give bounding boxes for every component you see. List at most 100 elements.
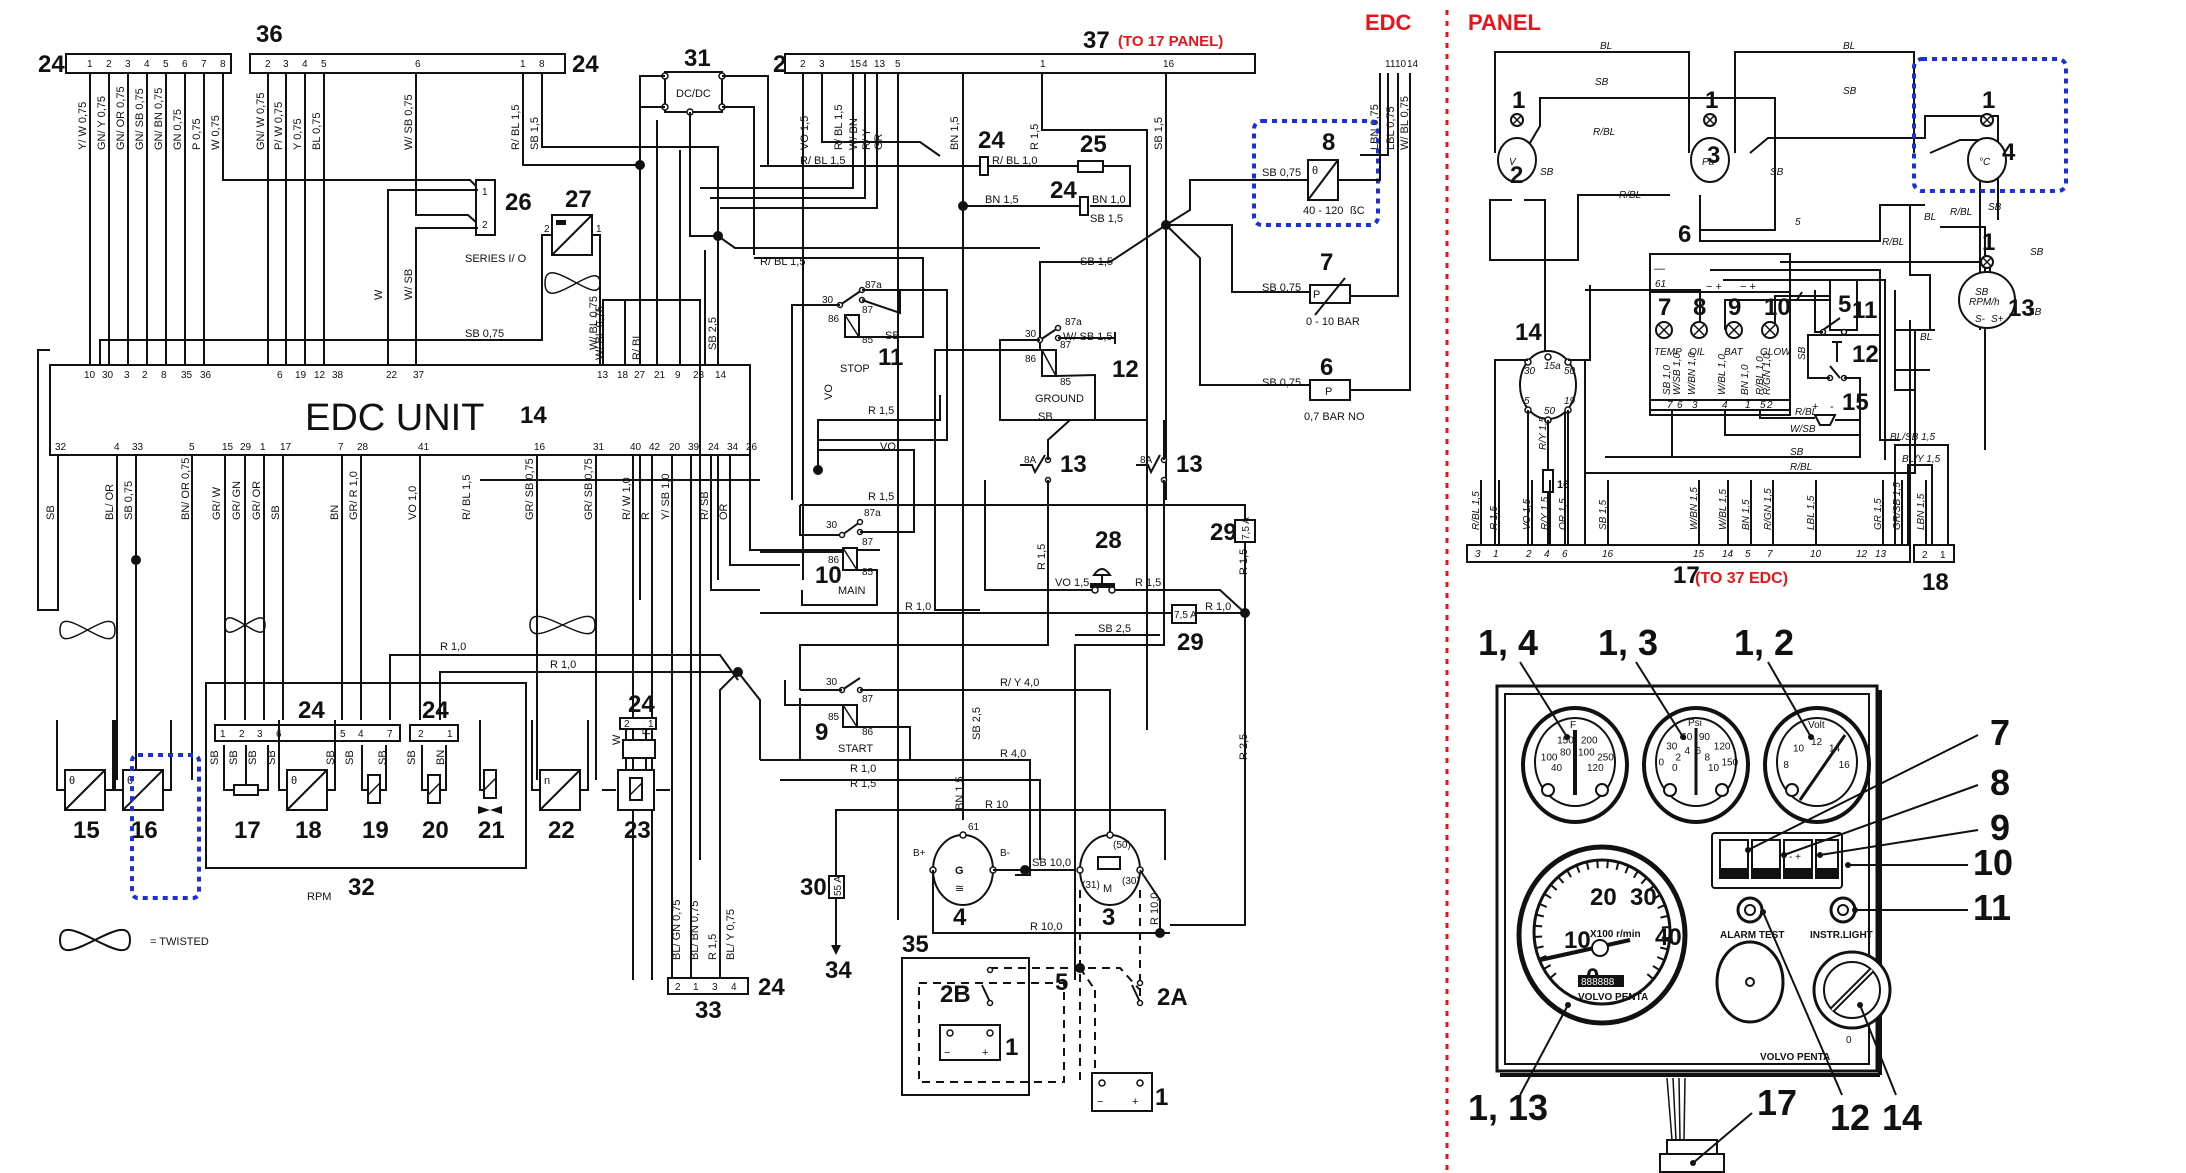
connector-17-pin: 2 [1525,549,1532,560]
gauge-tick-label: 0 [1672,763,1678,774]
callout-dot [1680,734,1686,740]
relay-10-pin-87a: 87a [864,508,881,519]
connector-33-pin: 3 [712,982,718,993]
gauge-tick-label: 10 [1708,763,1720,774]
wire-label-r15-a: R 1,5 [868,491,894,503]
battery-icon: - + [1789,852,1801,863]
component-34-ref: 34 [825,957,852,984]
sensor-22: n 22 [531,720,589,844]
panel-wire-label: SB [1770,167,1784,178]
lamp-connector-pin: 7 [1667,400,1673,411]
relay-9-pin-85: 85 [828,712,840,723]
buzzer-icon [1813,414,1837,426]
callout-label: 14 [1882,1097,1922,1138]
connector-17-pin: 10 [1810,549,1822,560]
connector-24-left-pin: 2 [106,59,112,70]
wire-label-r15-vert: R 1,5 [1036,544,1048,570]
component-26-ref: 26 [505,189,532,216]
component-31-ref: 31 [684,45,711,72]
connector-32b-ref: 24 [422,697,449,724]
component-7-symbol: P [1313,289,1320,301]
lamp-connector-wire: W/BL 1,0 [1717,354,1728,395]
connector-32a-ref: 24 [298,697,325,724]
starter-ref: 3 [1102,904,1115,931]
edc-bottom-pin: 5 [189,442,195,453]
twisted-pair-icon [544,272,601,294]
wire-label-c33-3: BL/ Y 0,75 [725,909,737,960]
key-switch-pin: 50 [1544,406,1556,417]
edc-bottom-pin: 20 [669,442,681,453]
component-7-range: 0 - 10 BAR [1306,316,1360,328]
component-26-label: SERIES I/ O [465,253,527,265]
panel-wire-label: R/BL [1950,207,1972,218]
gauge-tick-label: 100 [1578,747,1595,758]
wire-label-32: SB [228,750,240,765]
panel-lamps: 7TEMP 8OIL 9BAT 10GLOW [1654,294,1792,358]
wire-label-r15-e: R 1,5 [850,778,876,790]
wire-labels-36: GN/ W 0,75 P/ W 0,75 Y 0,75 BL 0,75 W/ SB 0,… [255,93,541,150]
tachometer-unit: X100 r/min [1590,929,1641,940]
tacho-brand: VOLVO PENTA [1578,992,1648,1003]
sensor-15: θ 15 [56,720,114,844]
wire-label-edc-bottom: GR/ SB 0,75 [524,458,536,520]
relay-12-ground: 30 87a 86 87 85 GROUND 12 W/ SB 1,5 SB [1025,317,1139,423]
connector-23-pin-2: 2 [624,719,630,730]
component-26-pin-2: 2 [482,220,488,231]
component-28-button [1090,568,1116,594]
wire-labels-32: SB SB SB SB SB SB SB SB BN [209,750,447,765]
wire-label-36: Y 0,75 [292,118,304,150]
fuse-13b-ref: 13 [1176,451,1203,478]
connector-36-pin: 1 [520,59,526,70]
wire-label-edc-bottom: R/ W 1,0 [621,477,633,520]
edc-bottom-pin: 42 [649,442,661,453]
component-6-range: 0,7 BAR NO [1304,411,1365,423]
connector-17 [1466,544,1911,563]
component-28-ref: 28 [1095,527,1122,554]
relay-12-ref: 12 [1112,356,1139,383]
edc-top-pin: 2 [142,370,148,381]
battery-1a-plus: + [982,1047,988,1059]
connector-33-pin: 2 [675,982,681,993]
connector-17-note: (TO 37 EDC) [1695,570,1788,587]
callout-label: 1, 3 [1598,622,1658,663]
connector-36 [249,53,566,74]
connector-24-left-ref: 24 [38,51,65,78]
component-5-ref: 5 [1055,969,1068,996]
panel-lamp-glow: 10GLOW [1760,294,1792,358]
relay-12-pin-86: 86 [1025,354,1037,365]
relay-12-name: GROUND [1035,393,1084,405]
fuse-30-ref: 30 [800,874,827,901]
component-25-ref: 25 [1080,131,1107,158]
gauge-tick-label: 90 [1699,732,1711,743]
relay-9-name: START [838,743,873,755]
edc-top-pin: 30 [102,370,114,381]
connector-36-right-ref: 24 [572,51,599,78]
gauge-tick-label: 8 [1705,752,1711,763]
connector-32a-pin: 2 [239,729,245,740]
callout-dot [1564,734,1570,740]
wire-label-32: SB [209,750,221,765]
wire-label-24-left: GN/ Y 0,75 [96,96,108,150]
edc-top-pin: 3 [124,370,130,381]
wire-label-r10-b: R 1,0 [550,659,576,671]
component-24-bn [1079,196,1089,216]
edc-bottom-pin: 1 [260,442,266,453]
wire-label-37: GR [873,133,885,150]
starter-pin-50: (50) [1113,840,1131,851]
wire-label-24-left: GN/ OR 0,75 [115,86,127,150]
callout-dot [1852,907,1858,913]
wire-label-c33-0: BL/ GN 0,75 [671,899,683,960]
edc-bottom-pin: 31 [593,442,605,453]
lamp-ref: 1 [1705,87,1718,114]
wire-label-37: W/ BN [848,118,860,150]
lamp-ref: 7 [1658,294,1671,321]
sensor-19-ref: 19 [362,817,389,844]
connector-36-pin: 4 [302,59,308,70]
fuse-13b-rating: 8A [1140,455,1153,466]
lamp-connector-wire: W/SB 1,0 [1672,352,1683,395]
relay-9-start: 30 87 85 86 START 9 [815,677,874,755]
component-27-ref: 27 [565,186,592,213]
gauge-ref: 4 [2002,139,2016,166]
wire-label-sb25: SB 2,5 [1098,623,1131,635]
fuse-29a-ref: 29 [1210,519,1237,546]
